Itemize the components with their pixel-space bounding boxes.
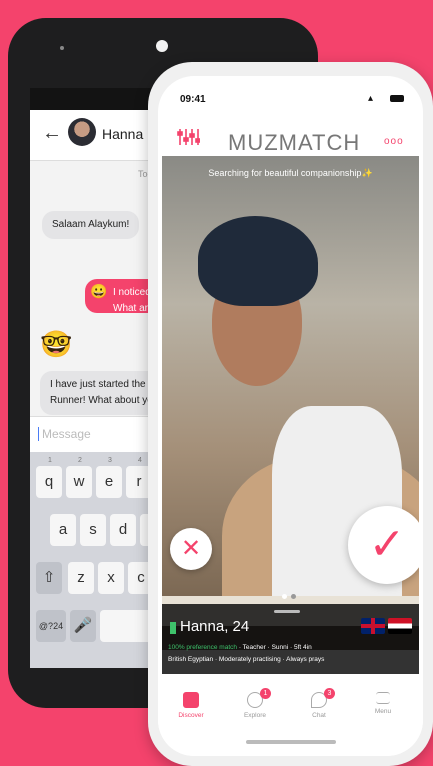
microphone-icon[interactable]: 🎤 <box>70 610 96 642</box>
avatar[interactable] <box>68 118 96 146</box>
key-z[interactable]: z <box>68 562 94 594</box>
tab-discover[interactable]: Discover <box>166 692 216 719</box>
iphone: 09:41 ▴ MUZMATCH ooo Searching for beaut… <box>148 62 433 766</box>
message-bubble: Salaam Alaykum! <box>42 211 140 239</box>
discover-screen: 09:41 ▴ MUZMATCH ooo Searching for beaut… <box>158 76 423 756</box>
home-indicator <box>246 740 336 744</box>
back-arrow-icon[interactable]: ← <box>42 122 62 145</box>
bookmark-icon <box>170 622 176 634</box>
symbols-key[interactable]: @?24 <box>36 610 66 642</box>
filter-icon[interactable] <box>176 128 200 146</box>
key-s[interactable]: s <box>80 514 106 546</box>
key-number-hint: 1 <box>48 457 52 464</box>
key-q[interactable]: q <box>36 466 62 498</box>
page-dot[interactable] <box>291 594 296 599</box>
page-dot[interactable] <box>282 594 287 599</box>
flags <box>358 618 412 639</box>
egypt-flag-icon <box>388 618 412 634</box>
chat-badge: 3 <box>324 688 335 699</box>
tab-menu[interactable]: Menu <box>358 692 408 715</box>
key-number-hint: 3 <box>108 457 112 464</box>
chat-name: Hanna <box>102 126 144 142</box>
status-time: 09:41 <box>180 94 206 105</box>
headscarf-shape <box>198 216 318 306</box>
key-d[interactable]: d <box>110 514 136 546</box>
wifi-icon: ▴ <box>368 93 375 104</box>
smile-emoji-icon: 😀 <box>90 283 108 299</box>
shift-key-icon[interactable]: ⇧ <box>36 562 62 594</box>
profile-name: Hanna, 24 <box>180 618 250 635</box>
brand-logo: MUZMATCH <box>228 130 361 155</box>
details-line1: · Teacher · Sunni · 5ft 4in <box>237 644 312 651</box>
photo-pagination <box>280 586 298 604</box>
drag-handle[interactable] <box>274 610 300 613</box>
key-w[interactable]: w <box>66 466 92 498</box>
explore-badge: 1 <box>260 688 271 699</box>
tab-chat[interactable]: 3 Chat <box>294 688 344 719</box>
key-e[interactable]: e <box>96 466 122 498</box>
pass-button[interactable]: ✕ <box>170 528 212 570</box>
nerd-emoji-icon: 🤓 <box>40 329 73 359</box>
tab-explore[interactable]: 1 Explore <box>230 688 280 719</box>
message-placeholder: Message <box>38 427 91 441</box>
speaker-dot <box>60 46 64 50</box>
more-icon[interactable]: ooo <box>384 136 404 147</box>
match-text: 100% preference match <box>168 644 238 651</box>
profile-photo[interactable]: Searching for beautiful companionship✨ ✕… <box>162 156 419 650</box>
profile-card[interactable]: Hanna, 24 100% preference match · Teache… <box>162 604 419 674</box>
key-x[interactable]: x <box>98 562 124 594</box>
camera-dot <box>156 40 168 52</box>
uk-flag-icon <box>361 618 385 634</box>
home-icon <box>183 692 199 708</box>
key-number-hint: 4 <box>138 457 142 464</box>
searching-banner: Searching for beautiful companionship✨ <box>208 168 373 178</box>
like-button[interactable]: ✓ <box>348 506 419 584</box>
key-number-hint: 2 <box>78 457 82 464</box>
menu-icon <box>376 692 390 704</box>
details-line2: British Egyptian · Moderately practising… <box>168 656 325 663</box>
profile-details: 100% preference match · Teacher · Sunni … <box>168 644 312 651</box>
key-a[interactable]: a <box>50 514 76 546</box>
battery-icon <box>390 95 404 102</box>
